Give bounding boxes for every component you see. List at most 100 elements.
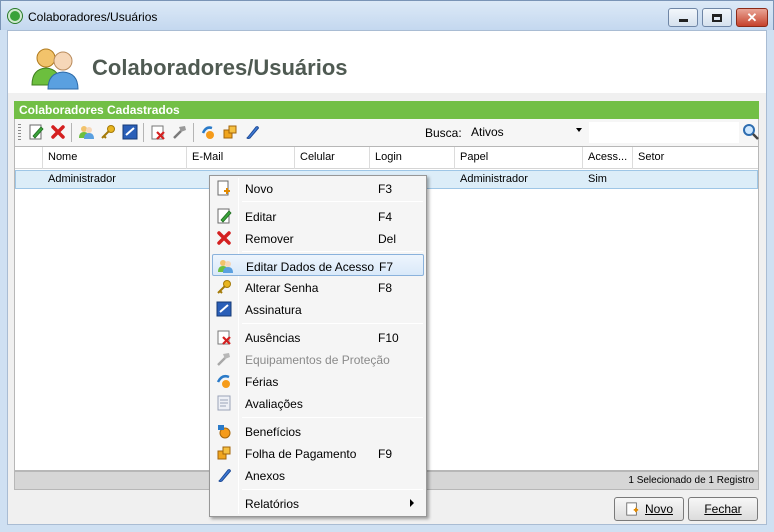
key-icon[interactable] (99, 123, 117, 141)
column-header-celular[interactable]: Celular (295, 147, 370, 169)
toolbar-grip[interactable] (18, 124, 21, 141)
column-header-select (15, 147, 43, 169)
menu-item-beneficios[interactable]: Benefícios (212, 420, 424, 442)
column-header-acesso[interactable]: Acess... (583, 147, 633, 169)
menu-separator (242, 201, 423, 202)
menu-item-label: Benefícios (245, 425, 302, 439)
menu-item-label: Relatórios (245, 497, 300, 511)
menu-item-shortcut: F10 (378, 331, 399, 345)
toolbar: Busca: Ativos (14, 119, 759, 146)
menu-item-equipamentos-de-protecao: Equipamentos de Proteção (212, 348, 424, 370)
payroll-icon (216, 445, 232, 461)
column-header-email[interactable]: E-Mail (187, 147, 295, 169)
search-input[interactable] (589, 122, 739, 143)
menu-item-anexos[interactable]: Anexos (212, 464, 424, 486)
menu-item-editar-dados-de-acesso[interactable]: Editar Dados de Acesso F7 (212, 254, 424, 276)
close-button[interactable]: ✕ (736, 8, 768, 27)
absence-icon (216, 329, 232, 345)
fechar-button[interactable]: Fechar (688, 497, 758, 521)
menu-item-label: Anexos (245, 469, 286, 483)
new-icon[interactable] (27, 123, 45, 141)
context-menu: Novo F3 Editar F4 Remover Del Editar Dad… (209, 175, 427, 517)
edit-icon (216, 208, 232, 224)
remove-icon[interactable] (49, 123, 67, 141)
menu-separator (242, 417, 423, 418)
users-icon (31, 48, 79, 90)
novo-button[interactable]: Novo (614, 497, 684, 521)
menu-item-assinatura[interactable]: Assinatura (212, 298, 424, 320)
menu-separator (242, 323, 423, 324)
column-header-nome[interactable]: Nome (43, 147, 187, 169)
section-title: Colaboradores Cadastrados (14, 101, 759, 119)
window-titlebar: Colaboradores/Usuários ✕ (0, 0, 774, 30)
menu-item-shortcut: F9 (378, 447, 393, 461)
menu-item-shortcut: F3 (378, 182, 393, 196)
absence-icon[interactable] (149, 123, 167, 141)
search-filter-select[interactable]: Ativos (467, 123, 585, 142)
cell-acesso: Sim (588, 173, 607, 185)
menu-item-shortcut: F8 (378, 281, 393, 295)
attachment-icon[interactable] (243, 123, 261, 141)
menu-separator (242, 251, 423, 252)
menu-item-label: Alterar Senha (245, 281, 319, 295)
menu-item-label: Folha de Pagamento (245, 447, 357, 461)
key-icon (216, 279, 232, 295)
menu-item-relatorios[interactable]: Relatórios (212, 492, 424, 514)
menu-item-label: Avaliações (245, 397, 303, 411)
window-title: Colaboradores/Usuários (28, 10, 158, 24)
menu-item-ferias[interactable]: Férias (212, 370, 424, 392)
app-icon (8, 9, 22, 23)
menu-item-label: Novo (245, 182, 274, 196)
toolbar-separator (193, 123, 194, 142)
users-icon (217, 258, 233, 274)
menu-item-novo[interactable]: Novo F3 (212, 177, 424, 199)
menu-item-shortcut: Del (378, 232, 397, 246)
column-header-login[interactable]: Login (370, 147, 455, 169)
maximize-button[interactable] (702, 8, 732, 27)
signature-icon (216, 301, 232, 317)
minimize-icon (678, 19, 688, 22)
menu-item-label: Editar Dados de Acesso (246, 260, 375, 274)
menu-item-remover[interactable]: Remover Del (212, 227, 424, 249)
page-header: Colaboradores/Usuários (8, 31, 766, 93)
novo-button-label: Novo (644, 502, 673, 516)
cell-papel: Administrador (460, 173, 528, 185)
toolbar-separator (71, 123, 72, 142)
menu-item-folha-de-pagamento[interactable]: Folha de Pagamento F9 (212, 442, 424, 464)
new-icon (216, 180, 232, 196)
tools-icon[interactable] (171, 123, 189, 141)
menu-item-editar[interactable]: Editar F4 (212, 205, 424, 227)
benefits-icon[interactable] (221, 123, 239, 141)
menu-item-ausencias[interactable]: Ausências F10 (212, 326, 424, 348)
column-header-setor[interactable]: Setor (633, 147, 758, 169)
menu-item-shortcut: F4 (378, 210, 393, 224)
menu-item-avaliacoes[interactable]: Avaliações (212, 392, 424, 414)
menu-item-label: Remover (245, 232, 294, 246)
chevron-right-icon (410, 499, 414, 507)
menu-item-alterar-senha[interactable]: Alterar Senha F8 (212, 276, 424, 298)
vacation-icon[interactable] (199, 123, 217, 141)
benefits-icon (216, 423, 232, 439)
new-icon (626, 502, 639, 516)
menu-item-label: Editar (245, 210, 277, 224)
menu-item-label: Equipamentos de Proteção (245, 353, 390, 367)
maximize-icon (712, 13, 722, 22)
search-icon[interactable] (742, 123, 760, 141)
fechar-button-label: Fechar (704, 502, 742, 516)
menu-item-label: Assinatura (245, 303, 302, 317)
users-icon[interactable] (77, 123, 95, 141)
menu-item-label: Ausências (245, 331, 301, 345)
close-icon: ✕ (746, 10, 758, 25)
status-text: 1 Selecionado de 1 Registro (628, 475, 754, 486)
toolbar-separator (143, 123, 144, 142)
column-header-papel[interactable]: Papel (455, 147, 583, 169)
minimize-button[interactable] (668, 8, 698, 27)
signature-icon[interactable] (121, 123, 139, 141)
menu-separator (242, 489, 423, 490)
page-title: Colaboradores/Usuários (92, 55, 348, 80)
table-header: Nome E-Mail Celular Login Papel Acess...… (15, 147, 758, 169)
remove-icon (216, 230, 232, 246)
attachment-icon (216, 467, 232, 483)
menu-item-shortcut: F7 (379, 260, 394, 274)
chevron-down-icon[interactable] (576, 128, 582, 132)
